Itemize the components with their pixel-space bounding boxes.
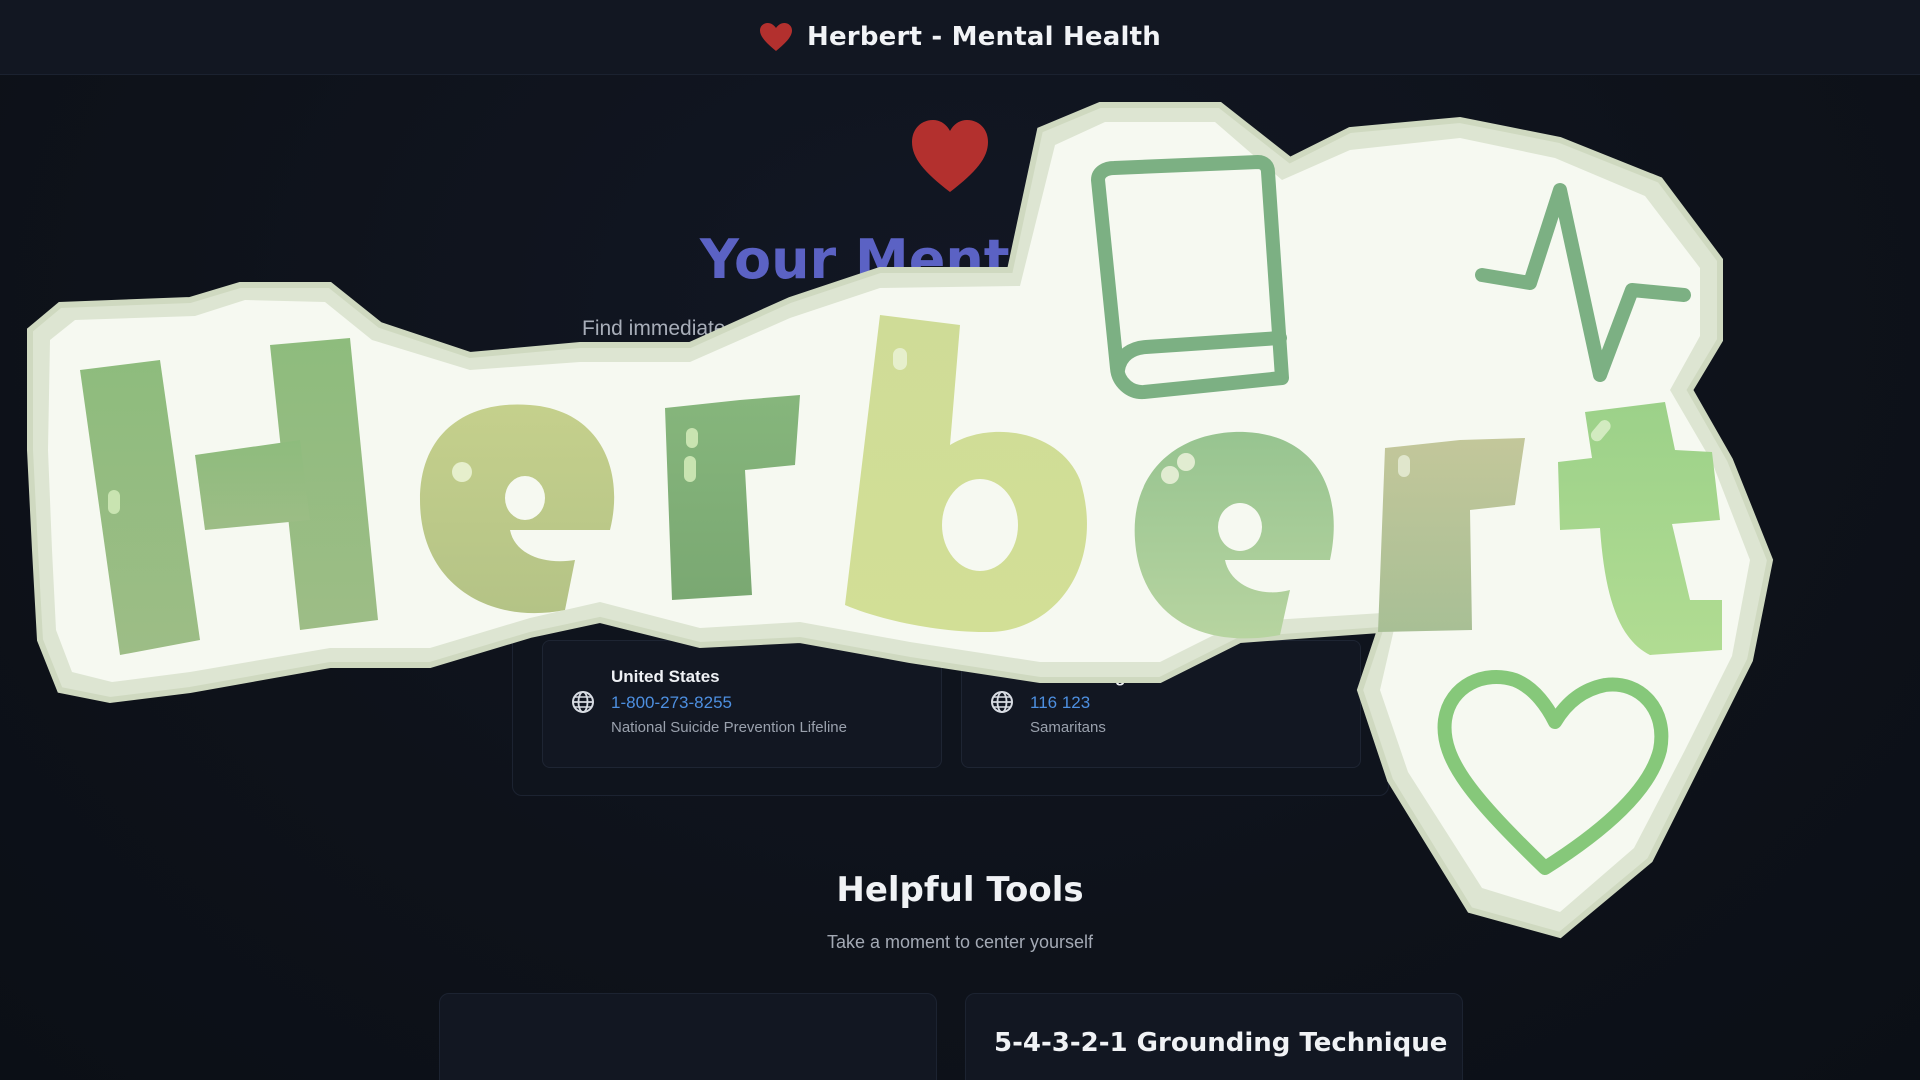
card-organization: National Suicide Prevention Lifeline: [611, 719, 847, 736]
crisis-card-uk: United Kingdom 116 123 Samaritans: [961, 640, 1361, 768]
tools-section-title: Helpful Tools: [836, 870, 1084, 910]
tool-card-title: 5-4-3-2-1 Grounding Technique: [994, 1028, 1448, 1058]
top-bar: Herbert - Mental Health: [0, 0, 1920, 75]
tools-section-subtitle: Take a moment to center yourself: [826, 932, 1094, 952]
logo-letter-r-second: [1378, 438, 1525, 632]
hero-subtitle-line1-end: and: [1018, 317, 1054, 340]
heart-icon: [760, 23, 793, 51]
card-country: United States: [611, 667, 720, 686]
tool-card[interactable]: [439, 993, 937, 1080]
tool-card-grounding[interactable]: 5-4-3-2-1 Grounding Technique: [965, 993, 1463, 1080]
hero-subtitle-line1: Find immediate support: [582, 317, 802, 340]
globe-icon: [572, 691, 594, 713]
crisis-card-us: United States 1-800-273-8255 National Su…: [542, 640, 942, 768]
hero-heart-icon: [912, 120, 988, 192]
hero-subtitle-line2-end: nts: [1008, 349, 1037, 372]
globe-icon: [991, 691, 1013, 713]
logo-letter-t: [1558, 402, 1722, 655]
card-organization: Samaritans: [1030, 719, 1106, 736]
logo-letter-h: [80, 338, 378, 655]
phone-link[interactable]: 116 123: [1030, 693, 1090, 713]
hero-title: Your Mental Heal: [699, 228, 1221, 291]
phone-link[interactable]: 1-800-273-8255: [611, 693, 732, 713]
heart-outline-icon: [1437, 669, 1669, 875]
app-title: Herbert - Mental Health: [807, 22, 1161, 52]
card-country: United Kingdom: [1030, 667, 1162, 686]
app-page: Herbert - Mental Health Your Mental Heal…: [0, 0, 1920, 1080]
